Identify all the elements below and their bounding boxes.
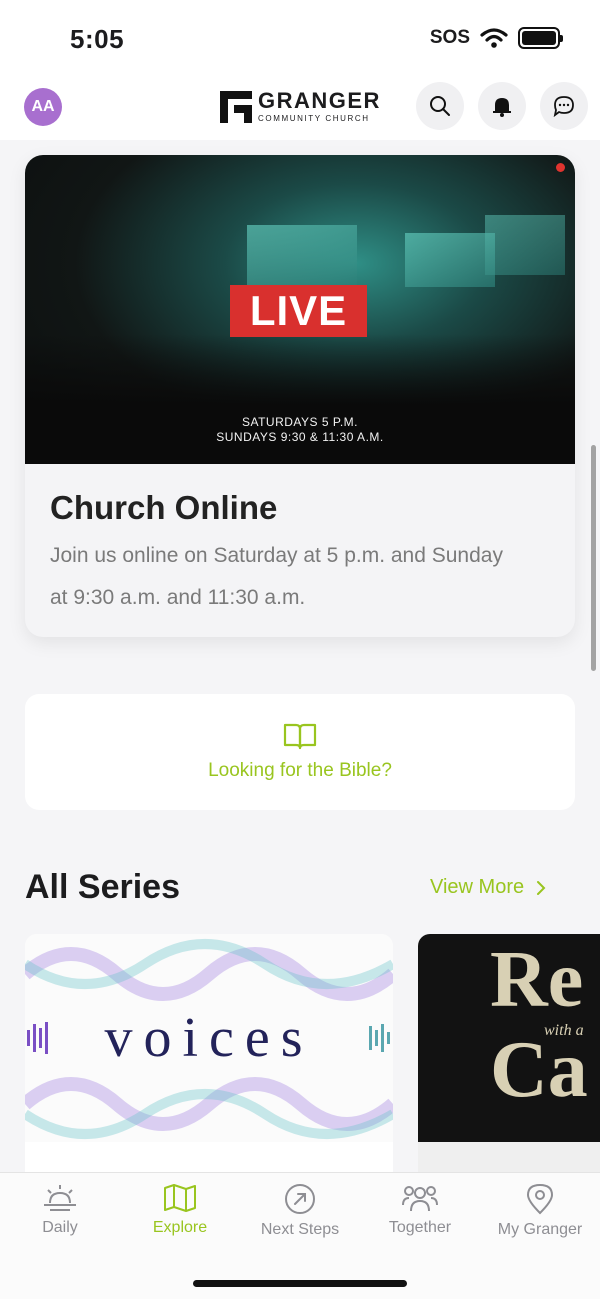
series-artwork-second: Re with a Ca [418, 934, 600, 1142]
granger-logo: GRANGER COMMUNITY CHURCH [220, 90, 381, 123]
series-artwork-voices: voices [25, 934, 393, 1142]
search-icon [430, 96, 450, 116]
crowd-silhouette [25, 334, 575, 464]
view-more-link[interactable]: View More [430, 876, 546, 899]
location-pin-icon [526, 1183, 554, 1215]
series-title-second-line1: Re [490, 936, 584, 1024]
hero-times-sunday: SUNDAYS 9:30 & 11:30 A.M. [216, 430, 384, 444]
series-card-second[interactable]: Re with a Ca [418, 934, 600, 1172]
search-button[interactable] [416, 82, 464, 130]
sos-label: SOS [429, 27, 470, 48]
series-card-voices[interactable]: voices [25, 934, 393, 1172]
series-title-second-line2: Ca [490, 1026, 588, 1114]
view-more-label: View More [430, 876, 525, 898]
card-title: Church Online [50, 489, 278, 526]
series-title-voices: voices [104, 1007, 314, 1069]
tab-together[interactable]: Together [360, 1183, 480, 1237]
tab-explore[interactable]: Explore [120, 1183, 240, 1237]
tab-daily[interactable]: Daily [0, 1183, 120, 1237]
messages-button[interactable] [540, 82, 588, 130]
app-header: AA GRANGER COMMUNITY CHURCH [0, 76, 600, 140]
tab-my-granger[interactable]: My Granger [480, 1183, 600, 1239]
chevron-right-icon [537, 880, 546, 895]
live-badge: LIVE [230, 285, 367, 337]
avatar[interactable]: AA [24, 88, 62, 126]
live-indicator-dot [556, 163, 565, 172]
logo-name: GRANGER [258, 88, 381, 113]
tab-label-daily: Daily [42, 1219, 78, 1236]
book-icon [283, 723, 317, 750]
sunrise-icon [44, 1185, 76, 1211]
arrow-circle-icon [285, 1184, 315, 1214]
group-icon [402, 1186, 438, 1212]
status-bar: 5:05 SOS [0, 0, 600, 76]
live-hero-image: LIVE SATURDAYS 5 P.M. SUNDAYS 9:30 & 11:… [25, 155, 575, 464]
section-title-all-series: All Series [25, 868, 180, 906]
tab-label-next-steps: Next Steps [260, 1221, 340, 1238]
tab-label-together: Together [388, 1219, 452, 1236]
tab-bar: Daily Explore Next Steps Together My Gra… [0, 1172, 600, 1299]
battery-icon [518, 27, 563, 49]
bell-icon [493, 98, 511, 117]
home-indicator[interactable] [193, 1280, 407, 1287]
bible-link-card[interactable]: Looking for the Bible? [25, 694, 575, 810]
explore-content[interactable]: LIVE SATURDAYS 5 P.M. SUNDAYS 9:30 & 11:… [0, 140, 600, 1172]
church-online-card[interactable]: LIVE SATURDAYS 5 P.M. SUNDAYS 9:30 & 11:… [25, 155, 575, 637]
status-time: 5:05 [70, 24, 125, 54]
map-icon [164, 1184, 196, 1212]
granger-logo-mark [220, 90, 252, 123]
bible-label: Looking for the Bible? [208, 760, 392, 781]
chat-icon [553, 96, 574, 117]
notifications-button[interactable] [478, 82, 526, 130]
tab-label-explore: Explore [152, 1219, 208, 1236]
hero-times-saturday: SATURDAYS 5 P.M. [241, 415, 359, 429]
status-indicators: SOS [429, 27, 563, 49]
scrollbar[interactable] [591, 445, 596, 671]
tab-label-my-granger: My Granger [497, 1221, 583, 1238]
wifi-icon [480, 28, 508, 48]
tab-next-steps[interactable]: Next Steps [240, 1183, 360, 1239]
logo-subtitle: COMMUNITY CHURCH [258, 114, 370, 123]
card-description: Join us online on Saturday at 5 p.m. and… [50, 544, 503, 609]
